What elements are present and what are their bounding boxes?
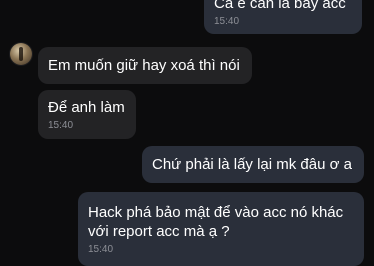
message-timestamp: 15:40 bbox=[214, 16, 240, 27]
chat-thread: Cả ế cần là bảy acc 15:40 Em muốn giữ ha… bbox=[0, 0, 374, 266]
message-text: Cả ế cần là bảy acc bbox=[214, 0, 346, 12]
message-text: Để anh làm bbox=[48, 99, 125, 116]
message-timestamp: 15:40 bbox=[48, 120, 74, 131]
message-bubble-outgoing[interactable]: Chứ phải là lấy lại mk đâu ơ a bbox=[142, 146, 364, 183]
message-bubble-incoming[interactable]: Để anh làm 15:40 bbox=[38, 90, 136, 139]
message-text: Chứ phải là lấy lại mk đâu ơ a bbox=[152, 156, 352, 173]
message-bubble-outgoing[interactable]: Cả ế cần là bảy acc 15:40 bbox=[204, 0, 362, 34]
avatar-figure-icon bbox=[19, 47, 23, 61]
message-bubble-outgoing[interactable]: Hack phá bảo mật để vào acc nó khác với … bbox=[78, 192, 364, 266]
message-bubble-incoming[interactable]: Em muốn giữ hay xoá thì nói bbox=[38, 47, 252, 84]
message-text: Em muốn giữ hay xoá thì nói bbox=[48, 57, 240, 74]
message-timestamp: 15:40 bbox=[88, 244, 114, 255]
contact-avatar[interactable] bbox=[10, 43, 32, 65]
message-text: Hack phá bảo mật để vào acc nó khác với … bbox=[88, 204, 344, 240]
